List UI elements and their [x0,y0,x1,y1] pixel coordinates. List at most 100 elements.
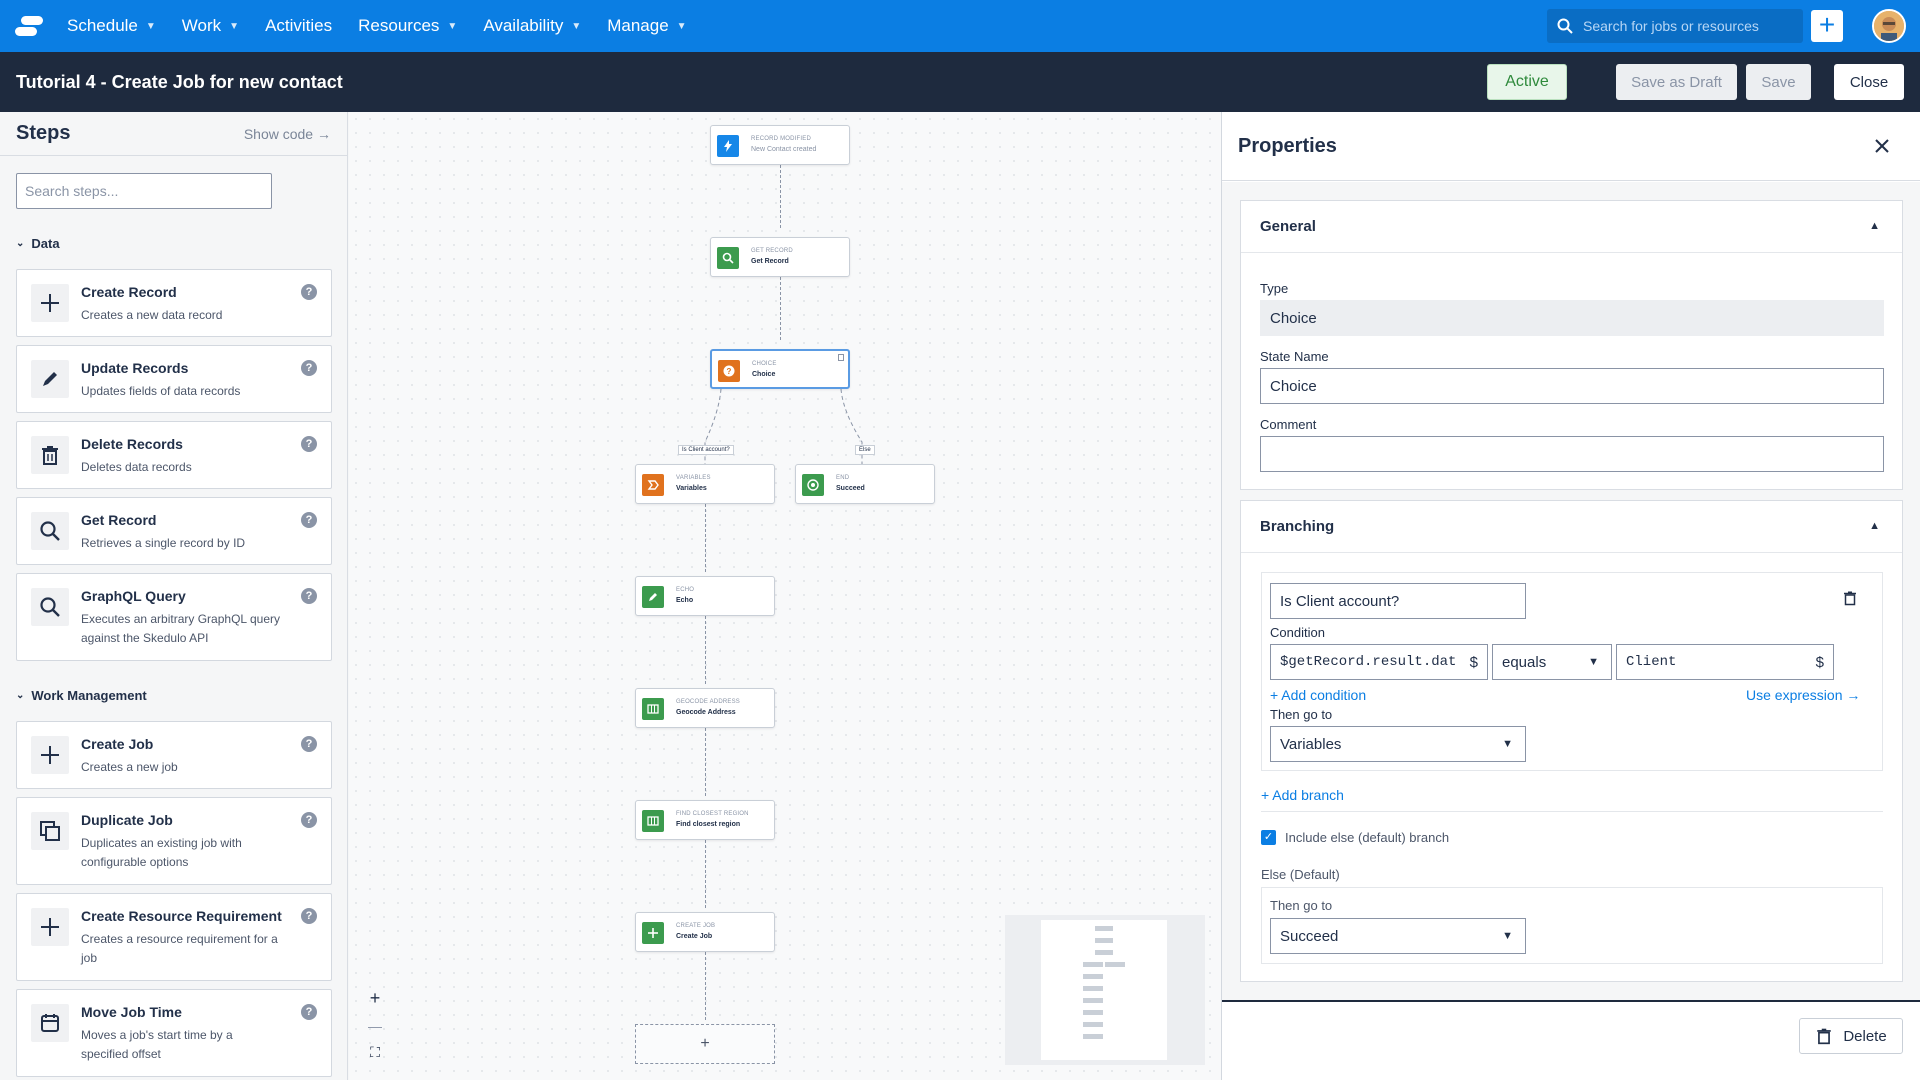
step-card-create-resource-requirement[interactable]: Create Resource Requirement Creates a re… [16,893,332,981]
node-name: Variables [676,485,707,492]
operator-select[interactable]: equals ▼ [1492,644,1612,680]
branching-section: Branching ▲ Is Client account? Condition … [1240,500,1903,982]
help-icon[interactable]: ? [301,284,317,300]
comment-input[interactable] [1260,436,1884,472]
help-icon[interactable]: ? [301,1004,317,1020]
nav-availability[interactable]: Availability ▼ [483,16,581,36]
state-name-input[interactable]: Choice [1260,368,1884,404]
fit-view-button[interactable]: ⛶ [360,1039,390,1066]
search-icon [1557,18,1573,34]
create-new-button[interactable]: + [1811,10,1843,42]
nav-manage[interactable]: Manage ▼ [607,16,686,36]
node-get-record[interactable]: Get record Get Record [710,237,850,277]
trash-icon[interactable] [838,354,844,361]
step-card-name: Create Resource Requirement [81,908,282,924]
add-step-placeholder[interactable]: + [635,1024,775,1064]
node-type: Find closest region [676,811,749,817]
step-card-graphql-query[interactable]: GraphQL Query Executes an arbitrary Grap… [16,573,332,661]
plus-icon [31,736,69,774]
branch-label-client: Is Client account? [678,445,734,455]
node-find-closest-region[interactable]: Find closest region Find closest region [635,800,775,840]
help-icon[interactable]: ? [301,436,317,452]
search-icon [717,247,739,269]
step-card-description: Creates a new data record [81,308,223,322]
node-type: Echo [676,587,695,593]
app-logo[interactable] [15,14,45,38]
canvas-minimap[interactable] [1005,915,1205,1065]
node-record-modified[interactable]: Record modified New Contact created [710,125,850,165]
step-card-description: Retrieves a single record by ID [81,536,246,550]
pencil-icon [31,360,69,398]
node-echo[interactable]: Echo Echo [635,576,775,616]
minimap-node [1083,1034,1103,1039]
zoom-out-button[interactable]: — [360,1012,390,1039]
nav-work[interactable]: Work ▼ [182,16,239,36]
help-icon[interactable]: ? [301,736,317,752]
help-icon[interactable]: ? [301,360,317,376]
active-toggle-button[interactable]: Active [1487,64,1567,100]
global-search[interactable] [1547,9,1803,43]
show-code-link[interactable]: Show code → [244,126,331,142]
step-card-update-records[interactable]: Update Records Updates fields of data re… [16,345,332,413]
node-variables[interactable]: Variables Variables [635,464,775,504]
step-card-delete-records[interactable]: Delete Records Deletes data records ? [16,421,332,489]
branch-name-input[interactable]: Is Client account? [1270,583,1526,619]
duplicate-icon [31,812,69,850]
add-branch-link[interactable]: + Add branch [1261,787,1344,803]
step-card-get-record[interactable]: Get Record Retrieves a single record by … [16,497,332,565]
save-button[interactable]: Save [1746,64,1811,100]
properties-footer: Delete [1222,1000,1920,1080]
workflow-canvas[interactable]: Is Client account? Else Record modified … [349,112,1221,1080]
zoom-in-button[interactable]: + [360,985,390,1012]
node-name: Geocode Address [676,709,736,716]
nav-schedule[interactable]: Schedule ▼ [67,16,156,36]
condition-right-input[interactable]: Client $ [1616,644,1834,680]
user-avatar[interactable] [1872,9,1906,43]
section-data-toggle[interactable]: ⌄ Data [16,236,60,251]
chevron-down-icon: ▼ [447,20,458,32]
search-steps-input[interactable] [16,173,272,209]
help-icon[interactable]: ? [301,908,317,924]
then-go-to-select[interactable]: Variables ▼ [1270,726,1526,762]
close-button[interactable]: Close [1834,64,1904,100]
node-name: Find closest region [676,821,741,828]
help-icon[interactable]: ? [301,812,317,828]
include-else-checkbox[interactable]: ✓ [1261,830,1276,845]
step-card-duplicate-job[interactable]: Duplicate Job Duplicates an existing job… [16,797,332,885]
general-section: General ▲ Type Choice State Name Choice C… [1240,200,1903,490]
step-card-name: Get Record [81,512,157,528]
step-card-create-job[interactable]: Create Job Creates a new job ? [16,721,332,789]
use-expression-link[interactable]: Use expression → [1746,687,1860,703]
condition-left-input[interactable]: $getRecord.result.dat $ [1270,644,1488,680]
help-icon[interactable]: ? [301,588,317,604]
step-card-move-job-time[interactable]: Move Job Time Moves a job's start time b… [16,989,332,1077]
else-then-go-to-select[interactable]: Succeed ▼ [1270,918,1526,954]
close-properties-icon[interactable] [1874,134,1890,160]
step-card-description: Creates a resource requirement for a job [81,932,278,965]
general-section-header[interactable]: General ▲ [1241,201,1902,253]
search-icon [31,588,69,626]
delete-branch-trash-icon[interactable] [1842,590,1858,611]
delete-step-button[interactable]: Delete [1799,1018,1903,1054]
branching-section-header[interactable]: Branching ▲ [1241,501,1902,553]
zoom-controls: + — ⛶ [360,985,390,1066]
add-condition-link[interactable]: + Add condition [1270,687,1366,703]
connector-line [705,616,706,684]
section-work-management-toggle[interactable]: ⌄ Work Management [16,688,147,703]
node-end-succeed[interactable]: End Succeed [795,464,935,504]
node-choice-selected[interactable]: ? Choice Choice [710,349,850,389]
nav-resources[interactable]: Resources ▼ [358,16,457,36]
node-geocode-address[interactable]: Geocode address Geocode Address [635,688,775,728]
step-card-create-record[interactable]: Create Record Creates a new data record … [16,269,332,337]
else-branch-box: Then go to Succeed ▼ [1261,887,1883,964]
step-card-description: Moves a job's start time by a specified … [81,1028,233,1061]
nav-activities[interactable]: Activities [265,16,332,36]
properties-title: Properties [1238,134,1337,157]
step-card-description: Deletes data records [81,460,192,474]
save-as-draft-button[interactable]: Save as Draft [1616,64,1737,100]
node-create-job[interactable]: Create job Create Job [635,912,775,952]
connector-line [705,504,706,572]
global-search-input[interactable] [1583,18,1793,34]
chevron-down-icon: ⌄ [16,690,25,701]
help-icon[interactable]: ? [301,512,317,528]
